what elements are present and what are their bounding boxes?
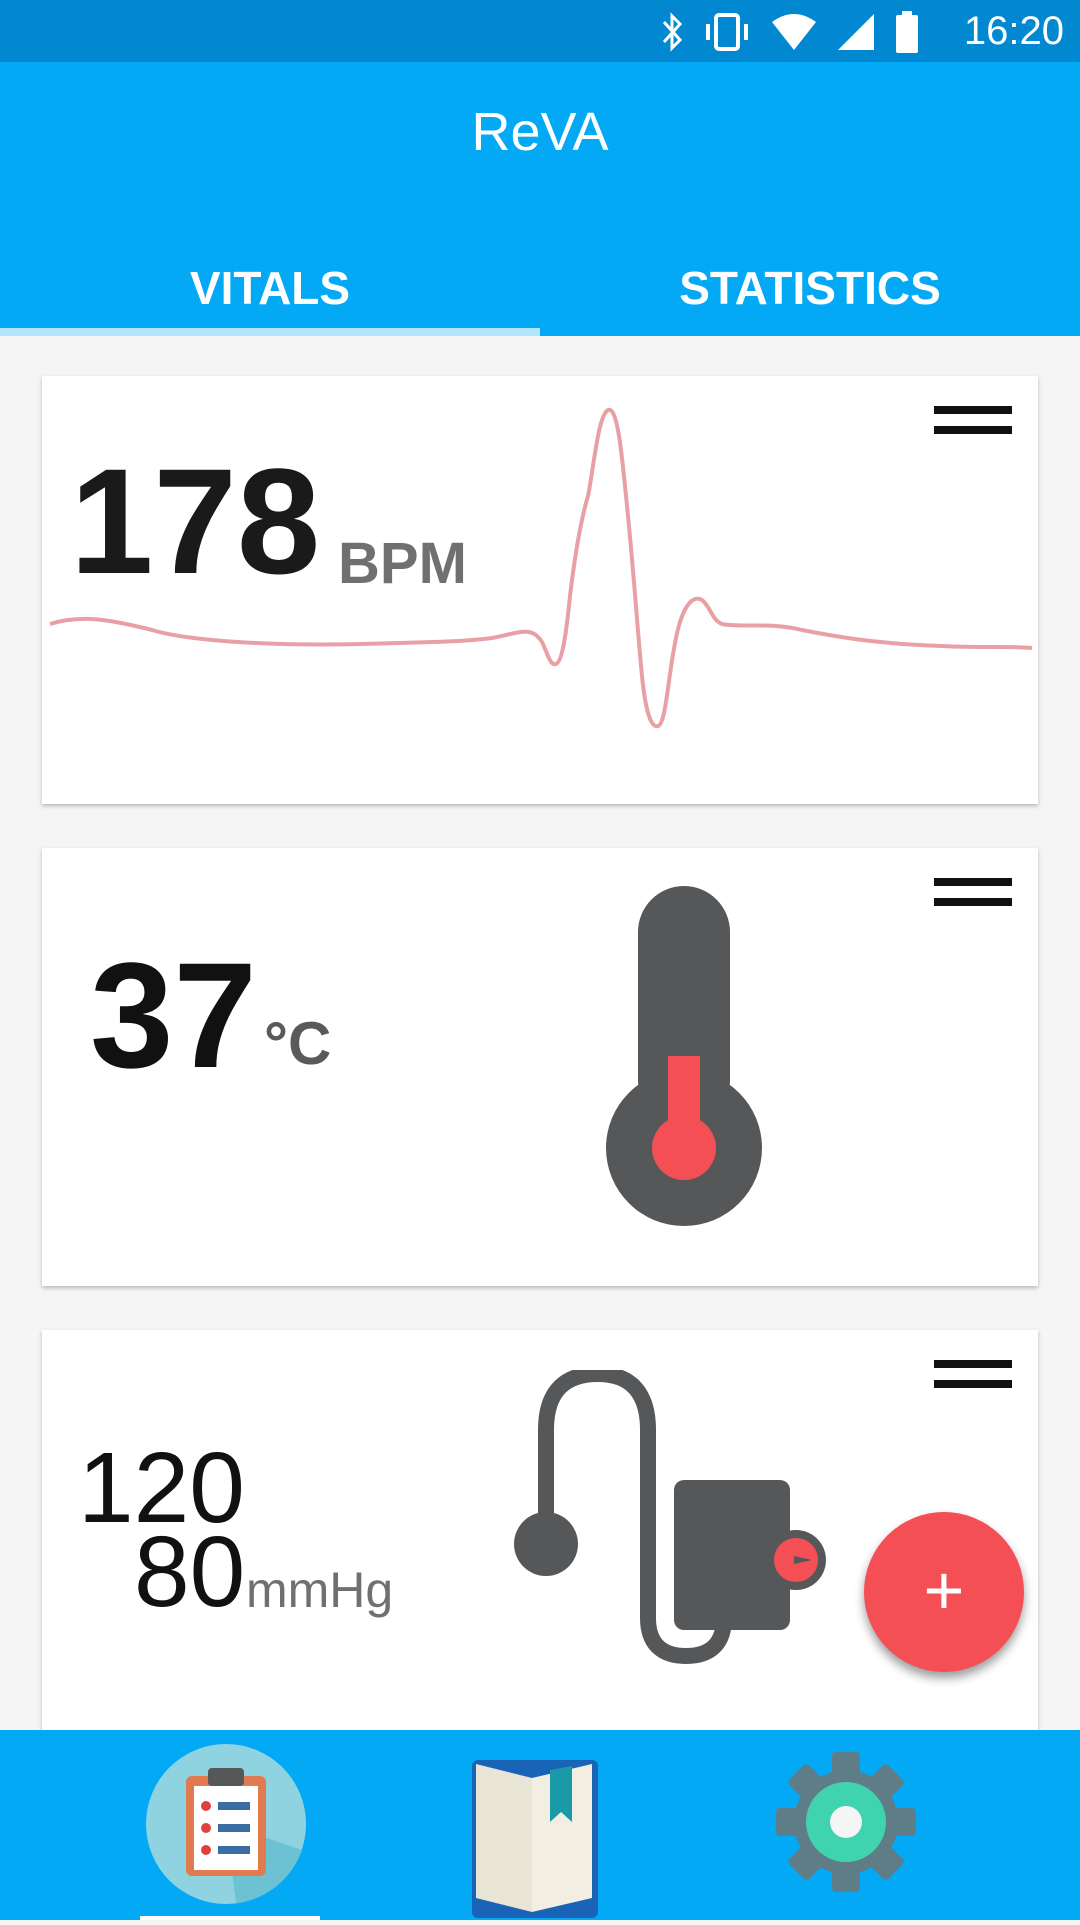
app-title: ReVA (471, 102, 609, 162)
temperature-value: 37 (90, 931, 257, 1099)
vibrate-icon (706, 13, 748, 51)
nav-selected-indicator (140, 1916, 320, 1920)
gear-icon (776, 1752, 916, 1892)
bottom-navigation (0, 1730, 1080, 1920)
heart-rate-unit: BPM (338, 531, 467, 596)
battery-icon (896, 11, 918, 53)
tab-statistics[interactable]: STATISTICS (540, 252, 1080, 336)
thermometer-icon (606, 886, 762, 1226)
heart-rate-value: 178 (70, 437, 321, 605)
bluetooth-icon (662, 12, 683, 52)
tab-vitals[interactable]: VITALS (0, 252, 540, 336)
drag-handle-icon[interactable] (934, 878, 1012, 918)
add-button[interactable]: + (864, 1512, 1024, 1672)
blood-pressure-card[interactable]: 120 80 mmHg (42, 1330, 1038, 1730)
wifi-icon (772, 14, 816, 50)
blood-pressure-monitor-icon (514, 1370, 826, 1665)
signal-icon (838, 14, 874, 50)
app-bar: ReVA VITALS STATISTICS (0, 62, 1080, 336)
nav-journal[interactable] (432, 1730, 632, 1920)
clipboard-icon (146, 1744, 306, 1904)
tab-indicator (0, 328, 540, 336)
temperature-unit: °C (264, 1010, 332, 1077)
book-icon (472, 1760, 598, 1918)
status-icons (660, 10, 920, 54)
temperature-card[interactable]: 37 °C (42, 848, 1038, 1286)
diastolic-value: 80 (134, 1516, 246, 1628)
drag-handle-icon[interactable] (934, 406, 1012, 446)
drag-handle-icon[interactable] (934, 1360, 1012, 1400)
nav-vitals[interactable] (126, 1730, 326, 1920)
blood-pressure-unit: mmHg (246, 1562, 394, 1618)
heart-rate-card[interactable]: 178 BPM (42, 376, 1038, 804)
nav-settings[interactable] (746, 1730, 946, 1920)
status-time: 16:20 (963, 9, 1064, 53)
status-bar: 16:20 (0, 0, 1080, 62)
